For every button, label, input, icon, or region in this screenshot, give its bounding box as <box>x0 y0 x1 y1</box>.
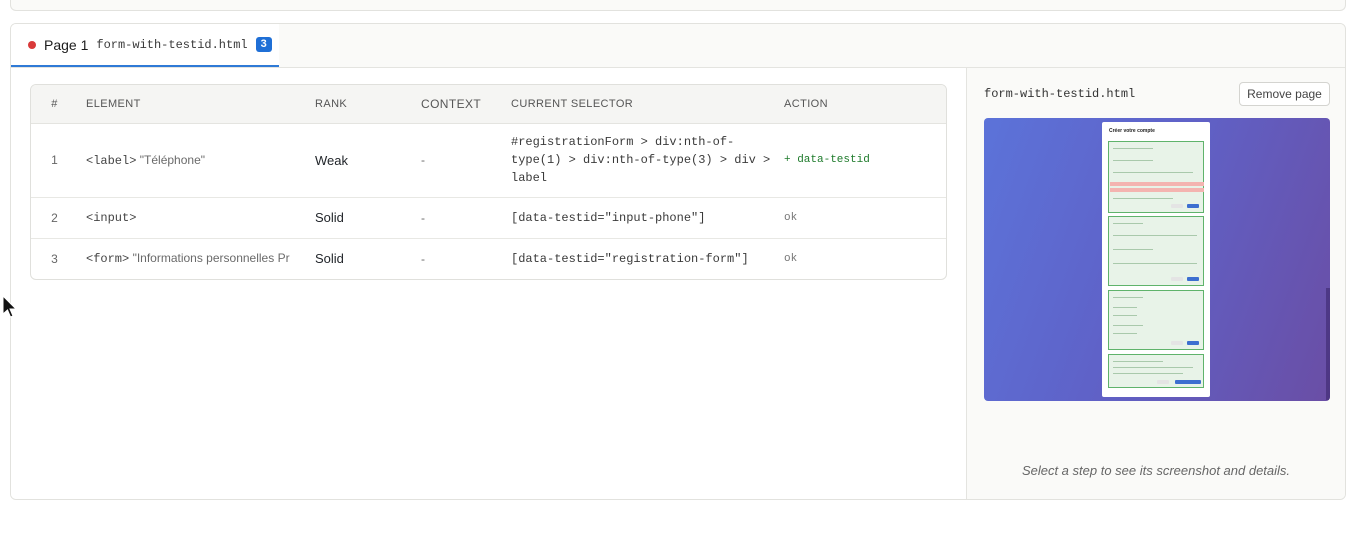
row-rank: Solid <box>307 197 413 239</box>
table-row[interactable]: 2 <input> Solid - [data-testid="input-ph… <box>31 197 946 239</box>
col-element: ELEMENT <box>78 85 307 124</box>
steps-pane: # ELEMENT RANK CONTEXT CURRENT SELECTOR … <box>11 68 966 499</box>
col-num: # <box>31 85 78 124</box>
top-panel <box>10 0 1346 11</box>
element-text: "Téléphone" <box>139 152 205 167</box>
empty-state-hint: Select a step to see its screenshot and … <box>1021 463 1291 478</box>
col-action: ACTION <box>776 85 946 124</box>
row-action: ok <box>784 252 798 265</box>
row-element: <form> "Informations personnelles Pr <box>78 238 307 279</box>
row-rank: Weak <box>307 123 413 198</box>
tab-bar: Page 1 form-with-testid.html 3 <box>11 24 1345 68</box>
tab-file: form-with-testid.html <box>96 37 248 52</box>
tab-page-1[interactable]: Page 1 form-with-testid.html 3 <box>11 24 279 67</box>
row-action: ok <box>776 197 946 239</box>
preview-form-title: Créer votre compte <box>1109 128 1155 134</box>
selector-table: # ELEMENT RANK CONTEXT CURRENT SELECTOR … <box>30 84 947 280</box>
preview-form-thumbnail: Créer votre compte <box>1102 122 1210 397</box>
row-selector: [data-testid="registration-form"] <box>511 251 749 266</box>
row-element: <label> "Téléphone" <box>78 123 307 198</box>
element-tag: <input> <box>86 211 137 225</box>
tab-title: Page 1 <box>44 36 89 53</box>
row-element: <input> <box>78 197 307 239</box>
row-selector: #registrationForm > div:nth-of-type(1) >… <box>503 123 776 198</box>
status-dot <box>28 40 36 49</box>
row-selector: [data-testid="input-phone"] <box>503 197 776 239</box>
table-header: # ELEMENT RANK CONTEXT CURRENT SELECTOR … <box>31 85 946 124</box>
element-tag: <form> <box>86 252 130 267</box>
row-rank: Solid <box>315 251 344 267</box>
col-selector: CURRENT SELECTOR <box>503 85 776 124</box>
row-context: - <box>413 197 503 239</box>
row-context: - <box>413 123 503 198</box>
element-tag: <label> <box>86 153 137 168</box>
details-file-name: form-with-testid.html <box>984 87 1136 101</box>
details-pane: form-with-testid.html Remove page Créer … <box>966 68 1345 499</box>
table-row[interactable]: 3 <form> "Informations personnelles Pr S… <box>31 238 946 279</box>
mouse-cursor-icon <box>2 295 18 318</box>
count-badge: 3 <box>255 37 272 52</box>
table-row[interactable]: 1 <label> "Téléphone" Weak - #registrati… <box>31 123 946 198</box>
page-card: Page 1 form-with-testid.html 3 # ELEMENT… <box>10 23 1346 500</box>
element-text: "Informations personnelles Pr <box>132 251 290 266</box>
col-context: CONTEXT <box>413 85 503 124</box>
page-screenshot-preview[interactable]: Créer votre compte <box>984 118 1330 401</box>
row-action[interactable]: + data-testid <box>776 123 946 198</box>
preview-scrollbar[interactable] <box>1326 288 1330 400</box>
row-num: 1 <box>31 123 78 198</box>
row-num: 3 <box>51 251 58 266</box>
row-num: 2 <box>31 197 78 239</box>
remove-page-button[interactable]: Remove page <box>1239 82 1330 106</box>
row-context: - <box>421 251 425 266</box>
col-rank: RANK <box>307 85 413 124</box>
